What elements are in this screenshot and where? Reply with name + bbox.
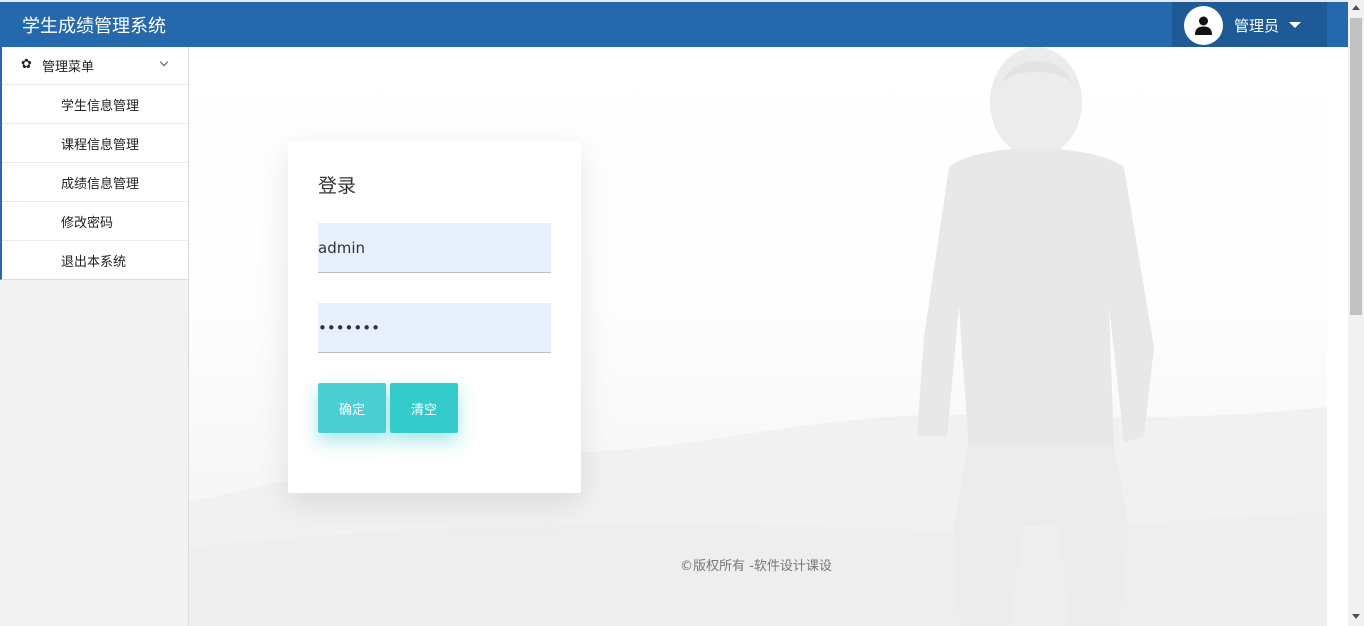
user-icon [1195,16,1212,35]
scroll-up-icon[interactable] [1352,5,1360,10]
top-header: 学生成绩管理系统 管理员 [0,0,1348,47]
chevron-down-icon [159,57,169,67]
sidebar-item-label: 学生信息管理 [61,99,140,114]
avatar [1184,6,1223,45]
vertical-scrollbar[interactable] [1348,0,1364,626]
footer-copyright: ©版权所有 -软件设计课设 [680,559,832,574]
scroll-down-icon[interactable] [1352,614,1360,619]
password-input[interactable] [318,303,551,353]
username-input[interactable] [318,223,551,273]
app-title: 学生成绩管理系统 [22,16,166,37]
user-menu-button[interactable]: 管理员 [1172,2,1327,47]
clear-button[interactable]: 清空 [390,383,458,433]
sidebar-item-student-info[interactable]: 学生信息管理 [2,84,188,123]
admin-menu: ✿ 管理菜单 学生信息管理 课程信息管理 成绩信息管理 修改密码 退出本系统 [0,47,188,280]
login-title: 登录 [318,175,357,197]
menu-header-label: 管理菜单 [42,60,95,75]
login-card: 登录 确定 清空 [288,141,581,493]
sidebar-item-label: 退出本系统 [61,255,127,270]
sidebar-item-grade-info[interactable]: 成绩信息管理 [2,162,188,201]
sidebar: ✿ 管理菜单 学生信息管理 课程信息管理 成绩信息管理 修改密码 退出本系统 [0,47,189,626]
gear-icon: ✿ [21,57,32,72]
scroll-thumb[interactable] [1350,18,1362,315]
sidebar-item-course-info[interactable]: 课程信息管理 [2,123,188,162]
sidebar-item-label: 课程信息管理 [61,138,140,153]
sidebar-item-label: 成绩信息管理 [61,177,140,192]
sidebar-item-logout[interactable]: 退出本系统 [2,240,188,279]
sidebar-item-label: 修改密码 [61,216,114,231]
confirm-button[interactable]: 确定 [318,383,386,433]
sidebar-item-change-password[interactable]: 修改密码 [2,201,188,240]
main-content: 登录 确定 清空 ©版权所有 -软件设计课设 [189,47,1327,626]
caret-down-icon [1289,22,1301,28]
menu-header[interactable]: ✿ 管理菜单 [2,47,188,84]
user-name-label: 管理员 [1234,17,1280,35]
